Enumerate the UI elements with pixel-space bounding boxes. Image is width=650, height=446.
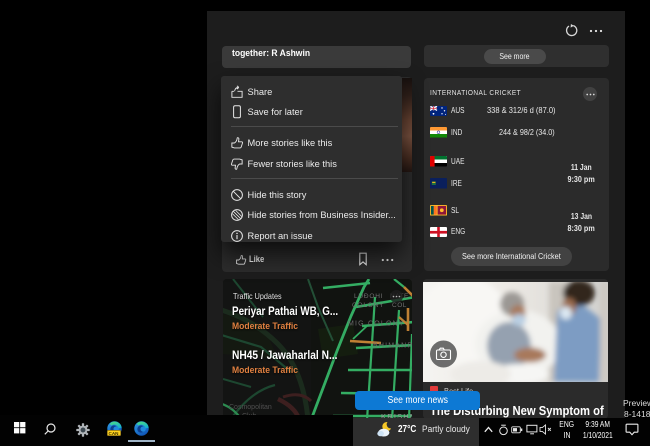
svg-text:Cosmopolitan: Cosmopolitan <box>229 404 272 411</box>
svg-text:COL: COL <box>392 302 407 309</box>
svg-text:MIG COLONY: MIG COLONY <box>348 321 405 328</box>
svg-text:LUĐOHI: LUĐOHI <box>354 293 383 300</box>
svg-text:BHIMANPE: BHIMANPE <box>373 343 413 350</box>
